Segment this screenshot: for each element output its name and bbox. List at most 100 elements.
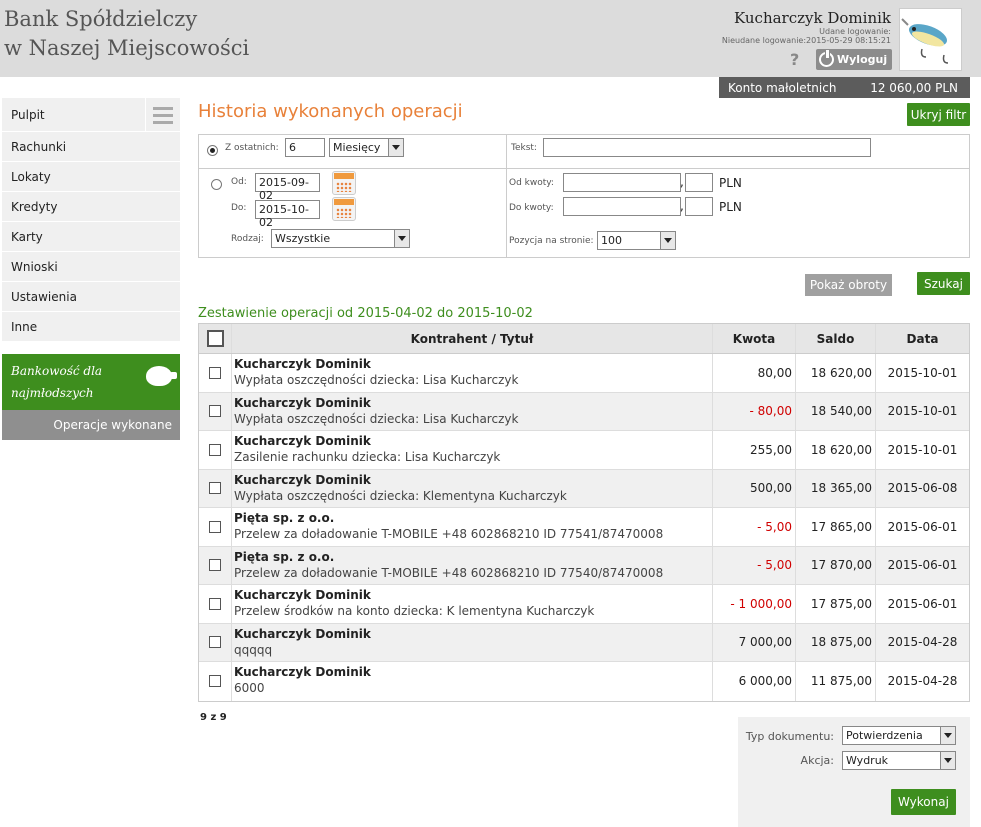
doc-type-label: Typ dokumentu: [745, 730, 834, 743]
row-description: Zasilenie rachunku dziecka: Lisa Kucharc… [234, 450, 501, 464]
sidebar-item-ustawienia[interactable]: Ustawienia [2, 282, 180, 312]
sidebar-item-label: Ustawienia [11, 289, 77, 304]
chevron-down-icon [940, 752, 955, 769]
row-date: 2015-06-08 [887, 481, 958, 496]
type-select[interactable]: Wszystkie [271, 229, 410, 248]
search-button[interactable]: Szukaj [917, 272, 970, 295]
row-balance: 17 875,00 [796, 585, 876, 623]
row-checkbox[interactable] [209, 520, 221, 533]
radio-last-period[interactable] [207, 145, 218, 156]
date-from-input[interactable]: 2015-09-02 [255, 173, 320, 202]
column-header-title[interactable]: Kontrahent / Tytuł [232, 324, 713, 353]
last-period-input[interactable]: 6 [285, 138, 325, 157]
bank-name: Bank Spółdzielczy w Naszej Miejscowości [4, 5, 249, 63]
action-select[interactable]: Wydruk [842, 751, 956, 770]
row-balance: 11 875,00 [796, 662, 876, 701]
row-counterparty: Pięta sp. z o.o. [234, 549, 335, 564]
select-value: Potwierdzenia [846, 729, 923, 742]
per-page-select[interactable]: 100 [597, 231, 676, 250]
row-checkbox[interactable] [209, 366, 221, 379]
amount-to-label: Do kwoty: [509, 203, 554, 213]
row-description: Przelew za doładowanie T-MOBILE +48 6028… [234, 565, 664, 580]
table-row[interactable]: Kucharczyk Dominik qqqqq 7 000,00 18 875,… [199, 623, 969, 662]
text-search-input[interactable] [543, 138, 871, 157]
table-row[interactable]: Kucharczyk Dominik Wypłata oszczędności d… [199, 392, 969, 431]
menu-icon[interactable] [145, 98, 180, 132]
sidebar-item-lokaty[interactable]: Lokaty [2, 162, 180, 192]
table-row[interactable]: Kucharczyk Dominik Przelew środków na kon… [199, 585, 969, 624]
column-header-date[interactable]: Data [876, 324, 969, 353]
table-row[interactable]: Kucharczyk Dominik Zasilenie rachunku dzi… [199, 431, 969, 470]
page-title: Historia wykonanych operacji [198, 101, 463, 122]
text-label: Tekst: [511, 143, 537, 153]
sidebar-promo-kids-banking[interactable]: Bankowość dla najmłodszych [2, 354, 180, 410]
hide-filter-button[interactable]: Ukryj filtr [907, 103, 970, 126]
table-row[interactable]: Kucharczyk Dominik 6000 6 000,00 11 875,0… [199, 662, 969, 701]
sidebar-item-inne[interactable]: Inne [2, 312, 180, 342]
select-value: Miesięcy [333, 141, 381, 154]
sidebar-item-label: Karty [11, 229, 43, 244]
table-row[interactable]: Kucharczyk Dominik Wypłata oszczędności d… [199, 354, 969, 393]
row-amount: - 5,00 [713, 508, 796, 546]
row-balance: 18 875,00 [796, 623, 876, 661]
table-row[interactable]: Pięta sp. z o.o. Przelew za doładowanie T… [199, 508, 969, 547]
table-header: Kontrahent / Tytuł Kwota Saldo Data [199, 324, 969, 354]
amount-from-label: Od kwoty: [509, 178, 554, 188]
row-checkbox[interactable] [209, 636, 221, 649]
amount-from-decimal-input[interactable] [685, 173, 713, 192]
decimal-separator: , [680, 199, 684, 213]
select-value: Wydruk [846, 754, 889, 767]
amount-to-integer-input[interactable] [563, 197, 681, 216]
row-checkbox[interactable] [209, 482, 221, 495]
doc-type-select[interactable]: Potwierdzenia [842, 726, 956, 745]
bank-name-line1: Bank Spółdzielczy [4, 7, 198, 31]
bank-name-line2: w Naszej Miejscowości [4, 36, 250, 60]
execute-button[interactable]: Wykonaj [891, 789, 956, 815]
row-amount: 6 000,00 [713, 662, 796, 701]
logout-button[interactable]: Wyloguj [816, 49, 893, 70]
row-checkbox[interactable] [209, 559, 221, 572]
select-all-checkbox[interactable] [206, 330, 224, 347]
row-amount: 7 000,00 [713, 623, 796, 661]
sidebar-item-rachunki[interactable]: Rachunki [2, 132, 180, 162]
row-checkbox[interactable] [209, 597, 221, 610]
avatar [899, 8, 962, 71]
amount-to-decimal-input[interactable] [685, 197, 713, 216]
column-header-balance[interactable]: Saldo [796, 324, 876, 353]
row-checkbox[interactable] [209, 675, 221, 688]
row-description: Przelew środków na konto dziecka: K leme… [234, 604, 595, 618]
row-balance: 17 865,00 [796, 508, 876, 546]
table-row[interactable]: Pięta sp. z o.o. Przelew za doładowanie T… [199, 546, 969, 585]
row-description: Wypłata oszczędności dziecka: Lisa Kucha… [234, 411, 519, 426]
sidebar-subitem-operations-done[interactable]: Operacje wykonane [2, 410, 180, 440]
piggy-bank-icon [146, 366, 177, 386]
column-header-amount[interactable]: Kwota [713, 324, 796, 353]
row-checkbox[interactable] [209, 443, 221, 456]
amount-from-integer-input[interactable] [563, 173, 681, 192]
calendar-icon[interactable] [332, 171, 356, 195]
chevron-down-icon [388, 139, 403, 156]
per-page-label: Pozycja na stronie: [509, 236, 594, 246]
calendar-icon[interactable] [332, 197, 356, 221]
show-turnover-button[interactable]: Pokaż obroty [805, 274, 892, 296]
operations-summary: Zestawienie operacji od 2015-04-02 do 20… [198, 306, 533, 321]
sidebar-item-wnioski[interactable]: Wnioski [2, 252, 180, 282]
sidebar-item-pulpit[interactable]: Pulpit [2, 98, 180, 132]
last-period-unit-select[interactable]: Miesięcy [329, 138, 404, 157]
sidebar-item-karty[interactable]: Karty [2, 222, 180, 252]
sidebar-item-label: Rachunki [11, 139, 67, 154]
select-all-cell [199, 324, 232, 353]
login-info: Udane logowanie: Nieudane logowanie:2015… [722, 27, 891, 45]
sidebar-item-kredyty[interactable]: Kredyty [2, 192, 180, 222]
table-row[interactable]: Kucharczyk Dominik Wypłata oszczędności d… [199, 469, 969, 508]
date-from-label: Od: [231, 177, 247, 187]
help-icon[interactable]: ? [790, 50, 799, 69]
radio-date-range[interactable] [211, 179, 222, 190]
row-date: 2015-10-01 [887, 442, 958, 457]
currency-label: PLN [719, 176, 742, 190]
row-counterparty: Kucharczyk Dominik [234, 588, 371, 602]
date-to-input[interactable]: 2015-10-02 [255, 200, 320, 229]
row-description: Przelew za doładowanie T-MOBILE +48 6028… [234, 527, 664, 541]
account-bar[interactable]: Konto małoletnich 12 060,00 PLN [719, 77, 970, 98]
row-checkbox[interactable] [209, 405, 221, 418]
